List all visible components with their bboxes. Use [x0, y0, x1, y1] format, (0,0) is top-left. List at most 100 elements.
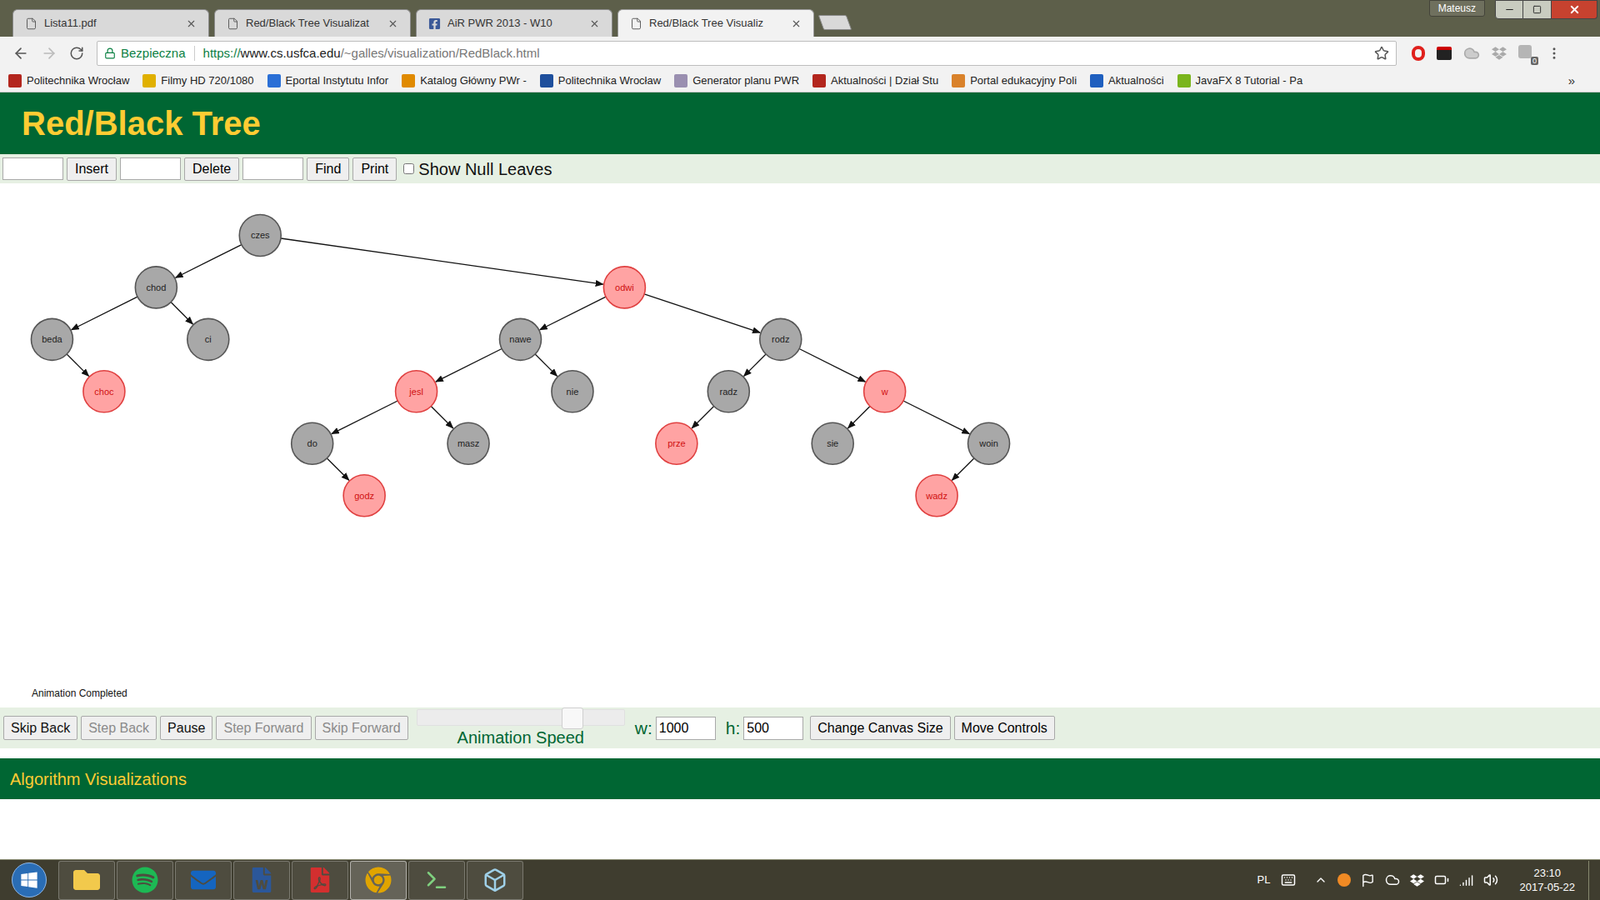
insert-button[interactable]: Insert — [66, 157, 117, 181]
bookmark[interactable]: Aktualności — [1090, 72, 1175, 90]
delete-button[interactable]: Delete — [184, 157, 240, 181]
tree-node[interactable]: prze — [655, 422, 698, 465]
dropbox-icon[interactable] — [1491, 45, 1507, 61]
taskbar-app[interactable] — [58, 860, 115, 900]
show-desktop-button[interactable] — [1588, 860, 1600, 900]
tree-edge — [66, 354, 89, 376]
taskbar-app[interactable] — [291, 860, 349, 900]
tab-title: AiR PWR 2013 - W10 — [447, 15, 583, 32]
browser-tab[interactable]: AiR PWR 2013 - W10 — [415, 9, 613, 37]
close-icon[interactable] — [589, 18, 600, 30]
taskbar-app[interactable] — [466, 860, 524, 900]
animation-button[interactable]: Step Back — [80, 715, 157, 740]
insert-input[interactable] — [2, 157, 64, 180]
taskbar-app[interactable] — [350, 860, 407, 900]
bookmark-star-icon[interactable] — [1374, 45, 1390, 61]
browser-tab[interactable]: Red/Black Tree Visualizat — [214, 9, 411, 37]
keyboard-icon[interactable] — [1280, 872, 1296, 888]
show-null-leaves[interactable]: Show Null Leaves — [403, 156, 552, 182]
bookmark[interactable]: Portal edukacyjny Poli — [951, 72, 1089, 90]
reload-icon[interactable] — [69, 45, 85, 61]
speed-slider[interactable] — [416, 709, 625, 726]
taskbar-app[interactable] — [175, 860, 232, 900]
cloud-icon[interactable] — [1463, 45, 1480, 62]
tree-node[interactable]: nie — [551, 370, 594, 413]
close-icon[interactable] — [387, 18, 399, 30]
tree-node[interactable]: beda — [30, 318, 73, 360]
bookmark[interactable]: Filmy HD 720/1080 — [142, 72, 265, 90]
minimize-button[interactable] — [1495, 0, 1524, 20]
more-bookmarks[interactable]: » — [1568, 71, 1600, 91]
tree-node[interactable]: ci — [187, 318, 230, 360]
close-icon[interactable] — [790, 18, 802, 30]
new-tab-button[interactable] — [818, 15, 853, 30]
bookmark[interactable]: Eportal Instytutu Infor — [267, 72, 401, 90]
show-null-leaves-checkbox[interactable] — [403, 163, 415, 175]
animation-button[interactable]: Skip Forward — [315, 715, 409, 740]
action-center-icon[interactable] — [1360, 873, 1375, 888]
tree-edge — [691, 405, 714, 428]
browser-tab[interactable]: Red/Black Tree Visualiz — [617, 9, 815, 37]
tree-node[interactable]: godz — [343, 475, 385, 517]
avast-icon[interactable] — [1337, 873, 1351, 887]
tree-node[interactable]: jesl — [395, 370, 438, 413]
tree-node[interactable]: masz — [447, 422, 490, 465]
tree-node[interactable]: radz — [707, 370, 750, 413]
animation-button[interactable]: Pause — [160, 715, 213, 740]
bookmark[interactable]: Katalog Główny PWr - — [401, 72, 539, 90]
close-window-button[interactable] — [1551, 0, 1598, 20]
delete-input[interactable] — [120, 157, 181, 180]
footer-link[interactable]: Algorithm Visualizations — [10, 766, 187, 792]
move-controls-button[interactable]: Move Controls — [954, 715, 1055, 740]
animation-button[interactable]: Skip Back — [3, 715, 78, 740]
omnibox[interactable]: Bezpiecznahttps://www.cs.usfca.edu/~gall… — [96, 40, 1397, 66]
clock[interactable]: 23:102017-05-22 — [1520, 865, 1576, 895]
browser-tab[interactable]: Lista11.pdf — [12, 9, 210, 37]
tree-node[interactable]: czes — [239, 214, 281, 256]
battery-icon[interactable] — [1434, 872, 1450, 888]
print-button[interactable]: Print — [352, 157, 397, 181]
speed-slider-thumb[interactable] — [561, 707, 584, 730]
maximize-button[interactable] — [1523, 0, 1552, 20]
tbt-icon[interactable] — [1436, 46, 1452, 60]
language-indicator[interactable]: PL — [1257, 871, 1271, 889]
tree-node[interactable]: w — [864, 370, 906, 413]
svg-text:chod: chod — [145, 282, 166, 293]
tree-node[interactable]: odwi — [603, 266, 645, 309]
tree-node[interactable]: choc — [83, 370, 125, 413]
tree-node[interactable]: do — [291, 422, 334, 465]
find-button[interactable]: Find — [306, 157, 350, 181]
bookmark[interactable]: Aktualności | Dział Stu — [812, 72, 950, 90]
height-input[interactable] — [743, 716, 804, 740]
taskbar-app[interactable] — [408, 860, 465, 900]
dropbox-tray-icon[interactable] — [1410, 873, 1425, 888]
tree-node[interactable]: woin — [968, 422, 1010, 465]
forward-icon[interactable] — [40, 45, 58, 62]
find-input[interactable] — [242, 157, 304, 180]
taskbar-app[interactable] — [116, 860, 174, 900]
bookmark[interactable]: JavaFX 8 Tutorial - Pa — [1177, 72, 1315, 90]
extension-button[interactable]: 0 — [1518, 45, 1535, 62]
tree-node[interactable]: wadz — [915, 475, 958, 517]
show-hidden-icons-icon[interactable] — [1314, 873, 1328, 887]
width-input[interactable] — [655, 716, 716, 740]
tree-node[interactable]: nawe — [500, 318, 542, 360]
volume-icon[interactable] — [1483, 872, 1499, 888]
bookmark[interactable]: Generator planu PWR — [674, 72, 811, 90]
bookmark[interactable]: Politechnika Wrocław — [540, 72, 673, 90]
menu-icon[interactable] — [1546, 45, 1562, 61]
tree-node[interactable]: sie — [811, 422, 854, 465]
close-icon[interactable] — [185, 18, 197, 30]
back-icon[interactable] — [12, 45, 30, 62]
animation-button[interactable]: Step Forward — [215, 715, 311, 740]
start-button[interactable] — [1, 860, 57, 900]
tree-node[interactable]: chod — [135, 266, 177, 309]
bookmark[interactable]: Politechnika Wrocław — [8, 72, 141, 90]
profile-badge[interactable]: Mateusz — [1429, 0, 1485, 17]
onedrive-icon[interactable] — [1385, 872, 1400, 888]
tree-node[interactable]: rodz — [760, 318, 802, 360]
opera-icon[interactable] — [1411, 45, 1425, 61]
network-icon[interactable] — [1459, 873, 1474, 888]
taskbar-app[interactable] — [233, 860, 290, 900]
change-canvas-size-button[interactable]: Change Canvas Size — [810, 715, 950, 740]
